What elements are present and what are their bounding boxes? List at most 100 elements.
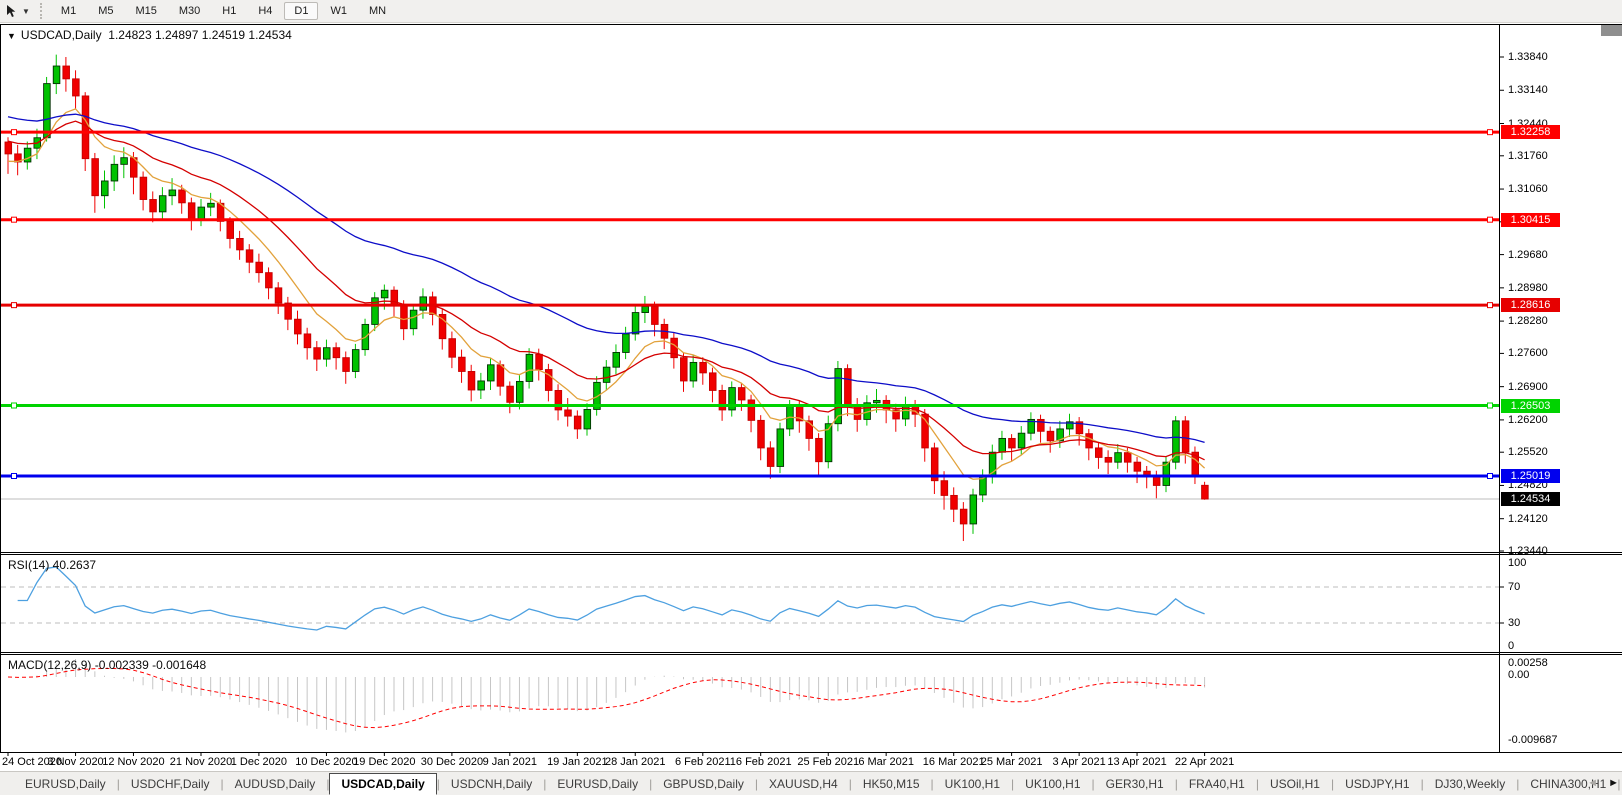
macd-axis-label: 0.00 xyxy=(1508,669,1529,681)
price-level-badge: 1.26503 xyxy=(1501,399,1560,413)
date-axis-label: 3 Apr 2021 xyxy=(1053,756,1106,768)
timeframe-button-m5[interactable]: M5 xyxy=(88,2,123,20)
chart-canvas[interactable] xyxy=(0,0,1622,795)
level-line-handle[interactable] xyxy=(1488,303,1493,308)
tab-dj30-weekly[interactable]: DJ30,Weekly xyxy=(1424,774,1516,794)
tab-gbpusd-daily[interactable]: GBPUSD,Daily xyxy=(652,774,755,794)
tab-usdjpy-h1[interactable]: USDJPY,H1 xyxy=(1334,774,1420,794)
rsi-axis-label: 100 xyxy=(1508,557,1526,569)
price-level-badge: 1.24534 xyxy=(1501,492,1560,506)
price-level-badge: 1.30415 xyxy=(1501,213,1560,227)
chart-shift-marker[interactable] xyxy=(1601,25,1622,36)
chart-tab-bar: EURUSD,Daily|USDCHF,Daily|AUDUSD,Daily|U… xyxy=(0,771,1622,795)
timeframe-button-h1[interactable]: H1 xyxy=(212,2,246,20)
price-level-badge: 1.25019 xyxy=(1501,469,1560,483)
date-axis-label: 25 Feb 2021 xyxy=(797,756,859,768)
tab-usdcad-daily[interactable]: USDCAD,Daily xyxy=(329,773,436,795)
tab-audusd-daily[interactable]: AUDUSD,Daily xyxy=(224,774,327,794)
price-axis-label: 1.24120 xyxy=(1508,513,1548,525)
tab-ger30-h1[interactable]: GER30,H1 xyxy=(1095,774,1175,794)
tab-hk50-m15[interactable]: HK50,M15 xyxy=(852,774,931,794)
cursor-tool-button[interactable]: ▼ xyxy=(4,4,30,19)
level-line-handle[interactable] xyxy=(1488,130,1493,135)
toolbar: ▼ M1M5M15M30H1H4D1W1MN xyxy=(0,0,1622,23)
chart-symbol-label: USDCAD,Daily xyxy=(21,28,102,42)
chart-ohlc-values: 1.24823 1.24897 1.24519 1.24534 xyxy=(108,28,292,42)
tab-uk100-h1[interactable]: UK100,H1 xyxy=(934,774,1011,794)
date-axis-label: 13 Apr 2021 xyxy=(1107,756,1166,768)
price-axis-label: 1.31060 xyxy=(1508,183,1548,195)
macd-indicator-label: MACD(12,26,9) -0.002339 -0.001648 xyxy=(8,658,206,672)
tab-scroll-arrows: ◄ ► xyxy=(1587,777,1619,789)
timeframe-button-m1[interactable]: M1 xyxy=(51,2,86,20)
date-axis-label: 12 Nov 2020 xyxy=(102,756,164,768)
macd-pane[interactable] xyxy=(1,655,1498,751)
date-axis-label: 16 Mar 2021 xyxy=(923,756,985,768)
date-axis-label: 19 Dec 2020 xyxy=(353,756,415,768)
date-axis-label: 10 Dec 2020 xyxy=(295,756,357,768)
price-axis-label: 1.33840 xyxy=(1508,51,1548,63)
macd-axis-label: -0.009687 xyxy=(1508,734,1558,746)
tab-xauusd-h4[interactable]: XAUUSD,H4 xyxy=(758,774,849,794)
rsi-axis-label: 30 xyxy=(1508,617,1520,629)
price-level-badge: 1.28616 xyxy=(1501,298,1560,312)
rsi-pane[interactable] xyxy=(1,555,1498,651)
price-axis-label: 1.28280 xyxy=(1508,315,1548,327)
date-axis-label: 21 Nov 2020 xyxy=(170,756,232,768)
price-axis-label: 1.27600 xyxy=(1508,347,1548,359)
rsi-axis-label: 70 xyxy=(1508,581,1520,593)
tab-eurusd-daily[interactable]: EURUSD,Daily xyxy=(14,774,117,794)
tab-usoil-h1[interactable]: USOil,H1 xyxy=(1259,774,1331,794)
mt4-window: ▼ M1M5M15M30H1H4D1W1MN ▼ USDCAD,Daily 1.2… xyxy=(0,0,1622,795)
date-axis-label: 22 Apr 2021 xyxy=(1175,756,1234,768)
cursor-dropdown-caret-icon[interactable]: ▼ xyxy=(22,7,30,16)
rsi-axis-label: 0 xyxy=(1508,640,1514,652)
rsi-indicator-label: RSI(14) 40.2637 xyxy=(8,558,96,572)
level-line-handle[interactable] xyxy=(1488,403,1493,408)
timeframe-button-w1[interactable]: W1 xyxy=(320,2,357,20)
level-line-handle[interactable] xyxy=(12,130,17,135)
cursor-icon xyxy=(4,4,19,19)
date-axis-label: 6 Feb 2021 xyxy=(675,756,731,768)
tab-fra40-h1[interactable]: FRA40,H1 xyxy=(1178,774,1256,794)
date-axis-label: 25 Mar 2021 xyxy=(981,756,1043,768)
date-axis-label: 3 Nov 2020 xyxy=(47,756,103,768)
level-line-handle[interactable] xyxy=(12,303,17,308)
price-axis-label: 1.29680 xyxy=(1508,249,1548,261)
level-line-handle[interactable] xyxy=(1488,473,1493,478)
tab-eurusd-daily[interactable]: EURUSD,Daily xyxy=(546,774,649,794)
tab-usdchf-daily[interactable]: USDCHF,Daily xyxy=(120,774,221,794)
main-chart-pane[interactable] xyxy=(1,25,1498,551)
chart-title: ▼ USDCAD,Daily 1.24823 1.24897 1.24519 1.… xyxy=(7,28,292,42)
price-level-badge: 1.32258 xyxy=(1501,125,1560,139)
price-axis-label: 1.26200 xyxy=(1508,414,1548,426)
date-axis-label: 6 Mar 2021 xyxy=(858,756,914,768)
macd-axis-label: 0.00258 xyxy=(1508,657,1548,669)
price-axis-label: 1.25520 xyxy=(1508,446,1548,458)
toolbar-grip[interactable] xyxy=(40,3,42,19)
tab-usdcnh-daily[interactable]: USDCNH,Daily xyxy=(440,774,543,794)
level-line-handle[interactable] xyxy=(12,403,17,408)
timeframe-button-d1[interactable]: D1 xyxy=(284,2,318,20)
tab-uk100-h1[interactable]: UK100,H1 xyxy=(1014,774,1091,794)
price-axis-label: 1.33140 xyxy=(1508,84,1548,96)
price-axis-label: 1.23440 xyxy=(1508,545,1548,557)
date-axis-label: 30 Dec 2020 xyxy=(421,756,483,768)
timeframe-button-m15[interactable]: M15 xyxy=(125,2,166,20)
price-axis-label: 1.26900 xyxy=(1508,381,1548,393)
date-axis-label: 1 Dec 2020 xyxy=(231,756,287,768)
tab-scroll-right-icon[interactable]: ► xyxy=(1608,777,1619,789)
timeframe-button-mn[interactable]: MN xyxy=(359,2,396,20)
tab-scroll-left-icon[interactable]: ◄ xyxy=(1587,777,1598,789)
date-axis-label: 19 Jan 2021 xyxy=(547,756,608,768)
level-line-handle[interactable] xyxy=(12,217,17,222)
date-axis-label: 16 Feb 2021 xyxy=(730,756,792,768)
timeframe-button-m30[interactable]: M30 xyxy=(169,2,210,20)
chart-menu-dropdown-icon[interactable]: ▼ xyxy=(7,31,16,41)
price-axis-label: 1.28980 xyxy=(1508,282,1548,294)
price-axis-label: 1.31760 xyxy=(1508,150,1548,162)
timeframe-button-h4[interactable]: H4 xyxy=(248,2,282,20)
level-line-handle[interactable] xyxy=(1488,217,1493,222)
date-axis-label: 28 Jan 2021 xyxy=(605,756,666,768)
level-line-handle[interactable] xyxy=(12,473,17,478)
